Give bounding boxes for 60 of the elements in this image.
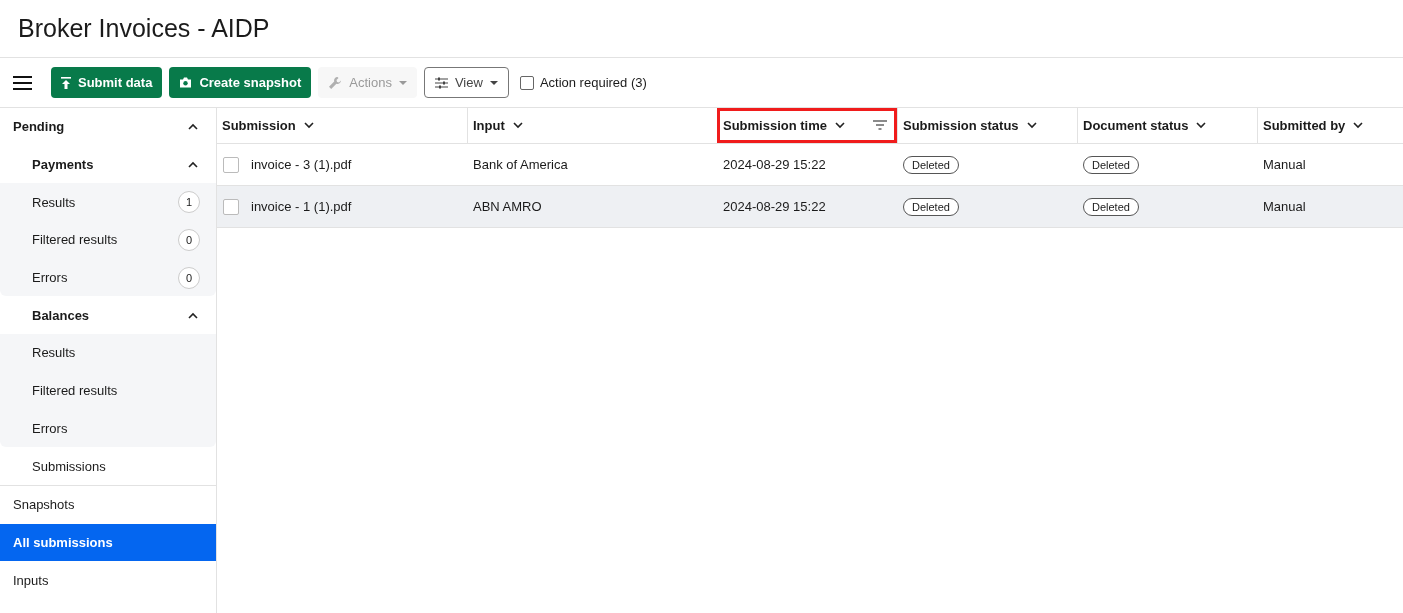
toolbar-button[interactable]: View xyxy=(423,67,509,98)
table-cell: 2024-08-29 15:22 xyxy=(723,199,826,214)
sidebar-item[interactable]: Filtered results 0 xyxy=(0,221,216,259)
sidebar-item[interactable]: Results 1 xyxy=(0,183,216,222)
filter-icon[interactable] xyxy=(873,120,887,130)
table-cell: Manual xyxy=(1263,199,1306,214)
checkbox-label[interactable]: Action required (3) xyxy=(539,75,647,90)
count-badge: 0 xyxy=(178,266,200,289)
chevron-up-icon[interactable] xyxy=(188,311,198,319)
table-cell: Manual xyxy=(1263,157,1306,172)
column-header[interactable]: Submission time xyxy=(717,108,897,143)
row-checkbox[interactable] xyxy=(223,198,239,215)
checkbox[interactable] xyxy=(519,75,534,90)
chevron-down-icon xyxy=(835,122,846,129)
column-header[interactable]: Submission xyxy=(217,108,467,143)
sidebar-item[interactable]: Submissions xyxy=(0,447,216,485)
upload-icon xyxy=(61,76,71,89)
sidebar-item[interactable]: Snapshots xyxy=(0,485,216,524)
column-header[interactable]: Submission status xyxy=(897,108,1077,143)
chevron-down-icon xyxy=(1353,122,1364,129)
sidebar-item[interactable]: Payments xyxy=(0,145,216,184)
sidebar-item[interactable]: Inputs xyxy=(0,561,216,599)
table-cell: invoice - 1 (1).pdf xyxy=(251,199,352,214)
menu-icon[interactable] xyxy=(13,75,32,90)
status-tag: Deleted xyxy=(1083,155,1139,174)
chevron-down-icon xyxy=(1026,122,1037,129)
table-cell: Bank of America xyxy=(473,157,568,172)
table-cell: ABN AMRO xyxy=(473,199,542,214)
table-cell: 2024-08-29 15:22 xyxy=(723,157,826,172)
status-tag: Deleted xyxy=(1083,197,1139,216)
sidebar-item[interactable]: Filtered results xyxy=(0,371,216,410)
toolbar-button[interactable]: Submit data xyxy=(51,67,163,98)
caret-icon xyxy=(398,80,407,85)
sidebar-item[interactable]: All submissions xyxy=(0,523,216,562)
row-checkbox[interactable] xyxy=(223,156,239,173)
sidebar-item[interactable]: Pending xyxy=(0,108,216,146)
count-badge: 1 xyxy=(178,191,200,214)
chevron-down-icon xyxy=(303,122,314,129)
toolbar-button[interactable]: Create snapshot xyxy=(169,67,312,98)
chevron-down-icon xyxy=(1196,122,1207,129)
chevron-up-icon[interactable] xyxy=(188,161,198,169)
sliders-icon xyxy=(434,76,448,89)
sidebar-item[interactable]: Results xyxy=(0,334,216,372)
wrench-icon xyxy=(328,75,343,90)
column-header[interactable]: Submitted by xyxy=(1257,108,1403,143)
chevron-down-icon xyxy=(512,122,523,129)
column-header[interactable]: Input xyxy=(467,108,717,143)
sidebar-item[interactable]: Balances xyxy=(0,296,216,335)
chevron-up-icon[interactable] xyxy=(188,123,198,131)
page-title: Broker Invoices - AIDP xyxy=(18,14,270,44)
status-tag: Deleted xyxy=(903,155,959,174)
caret-icon xyxy=(489,80,498,85)
table-row[interactable]: invoice - 1 (1).pdf ABN AMRO 2024-08-29 15:22 Deleted Deleted Manual xyxy=(217,186,1403,228)
status-tag: Deleted xyxy=(903,197,959,216)
sidebar-item[interactable]: Errors 0 xyxy=(0,258,216,297)
count-badge: 0 xyxy=(178,228,200,251)
camera-icon xyxy=(179,77,193,88)
column-header[interactable]: Document status xyxy=(1077,108,1257,143)
table-cell: invoice - 3 (1).pdf xyxy=(251,157,352,172)
sidebar-item[interactable]: Errors xyxy=(0,409,216,448)
